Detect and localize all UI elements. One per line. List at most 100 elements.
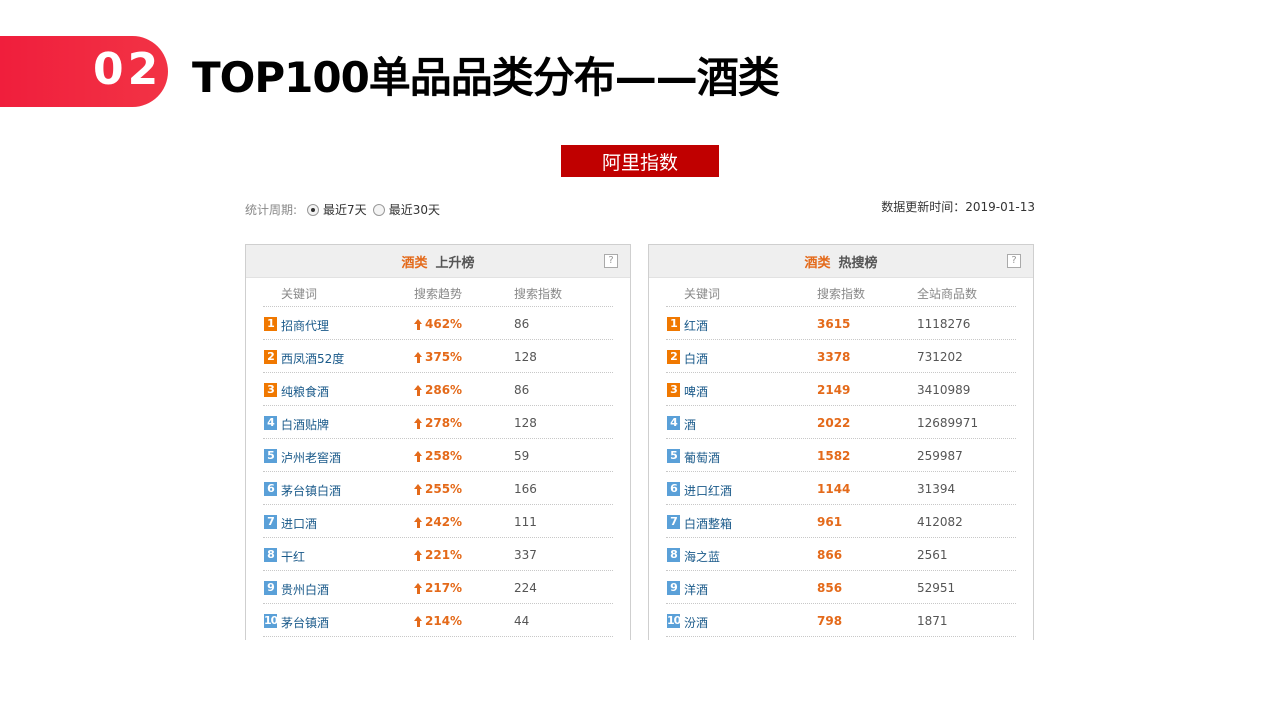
- hot-panel-header: 酒类 热搜榜 ?: [649, 245, 1033, 278]
- column-header: 关键词 搜索趋势 搜索指数: [263, 278, 613, 307]
- keyword-link[interactable]: 进口红酒: [684, 482, 732, 499]
- page-title: TOP100单品品类分布——酒类: [192, 53, 780, 102]
- trend-percent: 286%: [425, 383, 463, 397]
- column-index: 搜索指数: [817, 287, 866, 301]
- keyword-link[interactable]: 海之蓝: [684, 548, 720, 565]
- product-count: 731202: [917, 350, 963, 364]
- arrow-up-icon: [414, 516, 423, 528]
- panel-title: 热搜榜: [838, 255, 878, 271]
- period-option-30days[interactable]: 最近30天: [372, 201, 440, 218]
- product-count: 12689971: [917, 416, 979, 430]
- index-value: 337: [514, 548, 537, 562]
- keyword-link[interactable]: 白酒贴牌: [281, 416, 329, 433]
- keyword-link[interactable]: 啤酒: [684, 383, 708, 400]
- radio-selected-icon[interactable]: [307, 203, 320, 216]
- trend-percent: 255%: [425, 482, 463, 496]
- trend-percent: 221%: [425, 548, 463, 562]
- keyword-link[interactable]: 汾酒: [684, 614, 708, 631]
- index-value: 856: [817, 581, 843, 595]
- section-number: 02: [93, 44, 163, 95]
- period-selector: 统计周期: 最近7天 最近30天: [245, 201, 440, 218]
- help-icon[interactable]: ?: [604, 254, 618, 268]
- arrow-up-icon: [414, 384, 423, 396]
- ali-index-button[interactable]: 阿里指数: [561, 145, 719, 177]
- column-keyword: 关键词: [281, 287, 318, 301]
- period-option-7days[interactable]: 最近7天: [307, 201, 367, 218]
- index-value: 111: [514, 515, 537, 529]
- update-time: 数据更新时间：2019-01-13: [881, 200, 1035, 214]
- keyword-link[interactable]: 酒: [684, 416, 696, 433]
- keyword-link[interactable]: 招商代理: [281, 317, 329, 334]
- product-count: 1118276: [917, 317, 971, 331]
- column-header: 关键词 搜索指数 全站商品数: [666, 278, 1016, 307]
- keyword-link[interactable]: 红酒: [684, 317, 708, 334]
- table-row: 8 干红 221% 337: [263, 538, 613, 571]
- column-trend: 搜索趋势: [414, 287, 463, 301]
- trend-percent: 258%: [425, 449, 463, 463]
- keyword-link[interactable]: 茅台镇酒: [281, 614, 329, 631]
- index-value: 44: [514, 614, 530, 628]
- rank-badge: 5: [264, 449, 277, 463]
- arrow-up-icon: [414, 483, 423, 495]
- keyword-link[interactable]: 西凤酒52度: [281, 350, 344, 367]
- product-count: 2561: [917, 548, 948, 562]
- index-value: 1144: [817, 482, 851, 496]
- index-value: 86: [514, 317, 530, 331]
- table-row: 3 纯粮食酒 286% 86: [263, 373, 613, 406]
- keyword-link[interactable]: 茅台镇白酒: [281, 482, 341, 499]
- column-products: 全站商品数: [917, 287, 978, 301]
- product-count: 259987: [917, 449, 963, 463]
- rank-badge: 8: [264, 548, 277, 562]
- keyword-link[interactable]: 进口酒: [281, 515, 317, 532]
- period-option-label: 最近30天: [388, 203, 440, 217]
- table-row: 3 啤酒 2149 3410989: [666, 373, 1016, 406]
- keyword-link[interactable]: 葡萄酒: [684, 449, 720, 466]
- rank-badge: 3: [264, 383, 277, 397]
- rank-badge: 5: [667, 449, 680, 463]
- index-value: 1582: [817, 449, 851, 463]
- table-row: 9 洋酒 856 52951: [666, 571, 1016, 604]
- product-count: 1871: [917, 614, 948, 628]
- index-value: 2149: [817, 383, 851, 397]
- rank-badge: 4: [667, 416, 680, 430]
- arrow-up-icon: [414, 615, 423, 627]
- keyword-link[interactable]: 白酒整箱: [684, 515, 732, 532]
- table-row: 10 汾酒 798 1871: [666, 604, 1016, 637]
- table-row: 10 茅台镇酒 214% 44: [263, 604, 613, 637]
- trend-percent: 214%: [425, 614, 463, 628]
- help-icon[interactable]: ?: [1007, 254, 1021, 268]
- rank-badge: 6: [667, 482, 680, 496]
- trend-percent: 217%: [425, 581, 463, 595]
- keyword-link[interactable]: 白酒: [684, 350, 708, 367]
- table-row: 6 进口红酒 1144 31394: [666, 472, 1016, 505]
- rank-badge: 3: [667, 383, 680, 397]
- arrow-up-icon: [414, 582, 423, 594]
- keyword-link[interactable]: 泸州老窖酒: [281, 449, 341, 466]
- keyword-link[interactable]: 贵州白酒: [281, 581, 329, 598]
- product-count: 412082: [917, 515, 963, 529]
- table-row: 1 招商代理 462% 86: [263, 307, 613, 340]
- index-value: 224: [514, 581, 537, 595]
- section-number-badge: 02: [0, 36, 168, 107]
- trend-percent: 462%: [425, 317, 463, 331]
- keyword-link[interactable]: 干红: [281, 548, 305, 565]
- trend-value: 221%: [414, 548, 462, 562]
- arrow-up-icon: [414, 417, 423, 429]
- product-count: 31394: [917, 482, 956, 496]
- table-row: 5 泸州老窖酒 258% 59: [263, 439, 613, 472]
- rank-badge: 8: [667, 548, 680, 562]
- table-row: 6 茅台镇白酒 255% 166: [263, 472, 613, 505]
- trend-value: 214%: [414, 614, 462, 628]
- rank-badge: 9: [667, 581, 680, 595]
- rank-badge: 4: [264, 416, 277, 430]
- keyword-link[interactable]: 洋酒: [684, 581, 708, 598]
- column-index: 搜索指数: [514, 287, 563, 301]
- index-value: 86: [514, 383, 530, 397]
- period-option-label: 最近7天: [323, 203, 367, 217]
- keyword-link[interactable]: 纯粮食酒: [281, 383, 329, 400]
- rank-badge: 1: [667, 317, 680, 331]
- trend-value: 255%: [414, 482, 462, 496]
- radio-unselected-icon[interactable]: [372, 203, 385, 216]
- table-row: 8 海之蓝 866 2561: [666, 538, 1016, 571]
- product-count: 3410989: [917, 383, 971, 397]
